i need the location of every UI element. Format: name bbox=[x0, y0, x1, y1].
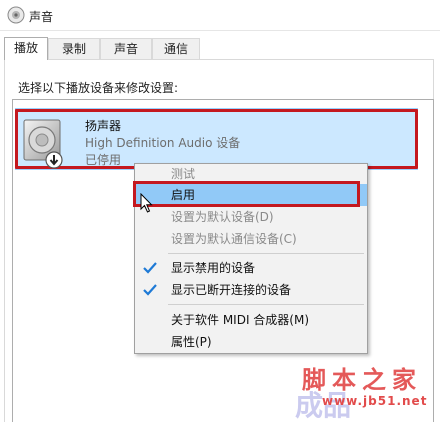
title-bar: 声音 bbox=[0, 0, 440, 31]
menu-item-about-midi-synth[interactable]: 关于软件 MIDI 合成器(M) bbox=[135, 309, 367, 331]
enable-annotation-box bbox=[133, 181, 360, 207]
mouse-cursor-icon bbox=[140, 193, 153, 213]
tab-sounds[interactable]: 声音 bbox=[100, 38, 152, 59]
device-status: 已停用 bbox=[85, 153, 122, 167]
menu-separator bbox=[168, 304, 364, 305]
menu-item-set-default-communication[interactable]: 设置为默认通信设备(C) bbox=[135, 228, 367, 250]
checkmark-icon bbox=[143, 284, 157, 296]
speaker-icon bbox=[7, 6, 25, 24]
tab-communications[interactable]: 通信 bbox=[152, 38, 200, 59]
menu-item-set-default[interactable]: 设置为默认设备(D) bbox=[135, 206, 367, 228]
window-title: 声音 bbox=[29, 10, 54, 24]
menu-item-properties[interactable]: 属性(P) bbox=[135, 331, 367, 353]
watermark-title: 脚本之家 bbox=[302, 365, 422, 394]
watermark-url: www.jb51.net bbox=[322, 394, 428, 408]
instruction-text: 选择以下播放设备来修改设置: bbox=[18, 81, 179, 95]
menu-item-show-disabled-devices[interactable]: 显示禁用的设备 bbox=[135, 257, 367, 279]
speaker-device-icon bbox=[23, 119, 63, 169]
menu-separator bbox=[168, 253, 364, 254]
device-name: 扬声器 bbox=[85, 119, 122, 133]
device-description: High Definition Audio 设备 bbox=[85, 136, 241, 150]
tab-recording[interactable]: 录制 bbox=[48, 38, 100, 59]
menu-item-show-disconnected-devices[interactable]: 显示已断开连接的设备 bbox=[135, 279, 367, 301]
tab-playback[interactable]: 播放 bbox=[4, 37, 48, 60]
checkmark-icon bbox=[143, 262, 157, 274]
